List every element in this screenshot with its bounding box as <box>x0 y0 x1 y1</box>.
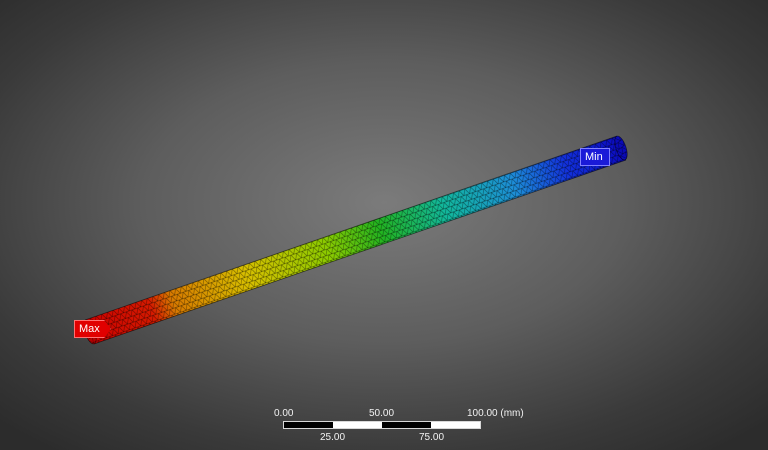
scale-ruler-top-labels: 0.00 50.00 100.00 (mm) <box>270 408 530 422</box>
scale-segment <box>431 422 480 428</box>
scale-label-0: 0.00 <box>274 408 294 419</box>
scale-label-50: 50.00 <box>369 408 395 419</box>
scale-label-25: 25.00 <box>320 432 346 443</box>
scale-ruler-bottom-labels: 25.00 75.00 <box>270 432 530 446</box>
scale-ruler-bar <box>283 421 481 429</box>
scale-segment <box>333 422 382 428</box>
scale-segment <box>382 422 431 428</box>
meshed-rod-model <box>83 135 628 345</box>
min-probe-label[interactable]: Min <box>580 148 610 166</box>
max-probe-label[interactable]: Max <box>74 320 111 338</box>
scale-label-75: 75.00 <box>419 432 445 443</box>
graphics-viewport[interactable]: Max Min 0.00 50.00 100.00 (mm) 25.00 75.… <box>0 0 768 450</box>
scale-label-100: 100.00 (mm) <box>467 408 524 419</box>
rod-shading <box>85 136 626 344</box>
scale-segment <box>284 422 333 428</box>
